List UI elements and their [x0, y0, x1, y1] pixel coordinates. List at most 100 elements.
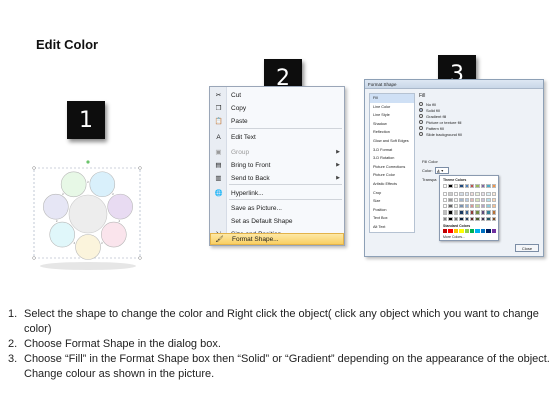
standard-color-swatch[interactable] — [464, 229, 469, 234]
standard-color-swatch[interactable] — [475, 229, 480, 234]
theme-color-swatch[interactable] — [453, 210, 459, 215]
menu-item-paste[interactable]: 📋 Paste — [210, 115, 344, 127]
menu-separator — [229, 199, 342, 200]
theme-color-swatch[interactable] — [470, 204, 475, 209]
theme-color-swatch[interactable] — [443, 210, 448, 215]
theme-color-swatch[interactable] — [443, 216, 448, 221]
fill-option-radio[interactable]: Slide background fill — [419, 131, 462, 137]
standard-color-swatch[interactable] — [486, 229, 491, 234]
theme-color-swatch[interactable] — [475, 210, 480, 215]
theme-color-swatch[interactable] — [459, 210, 464, 215]
standard-color-swatch[interactable] — [443, 229, 448, 234]
rotate-handle — [86, 160, 90, 164]
theme-color-swatch[interactable] — [486, 216, 491, 221]
submenu-arrow-icon: ▶ — [336, 149, 340, 155]
theme-color-swatch[interactable] — [448, 184, 453, 189]
theme-color-swatch[interactable] — [475, 197, 480, 203]
fill-color-label: Fill Color — [422, 159, 438, 164]
menu-item-bring-to-front[interactable]: ▤ Bring to Front ▶ — [210, 159, 344, 171]
theme-color-swatch[interactable] — [475, 216, 480, 221]
menu-item-edit-text[interactable]: A Edit Text — [210, 131, 344, 143]
theme-color-swatch[interactable] — [475, 184, 480, 189]
theme-color-swatch[interactable] — [491, 216, 496, 221]
theme-color-swatch[interactable] — [443, 191, 448, 197]
standard-color-swatch[interactable] — [470, 229, 475, 234]
theme-color-swatch[interactable] — [470, 184, 475, 189]
diagram-shadow — [40, 262, 136, 270]
theme-color-swatch[interactable] — [448, 191, 453, 197]
theme-color-swatch[interactable] — [470, 197, 475, 203]
theme-color-swatch[interactable] — [453, 204, 459, 209]
theme-color-swatch[interactable] — [464, 191, 469, 197]
theme-color-swatch[interactable] — [464, 210, 469, 215]
theme-color-swatch[interactable] — [480, 184, 486, 189]
theme-color-swatch[interactable] — [459, 197, 464, 203]
theme-color-swatch[interactable] — [480, 197, 486, 203]
standard-color-swatch[interactable] — [459, 229, 464, 234]
standard-color-swatch[interactable] — [448, 229, 453, 234]
theme-color-swatch[interactable] — [443, 197, 448, 203]
theme-color-swatch[interactable] — [459, 191, 464, 197]
theme-color-swatch[interactable] — [470, 210, 475, 215]
theme-color-swatch[interactable] — [464, 184, 469, 189]
theme-color-swatch[interactable] — [448, 216, 453, 221]
menu-item-copy[interactable]: ❐ Copy — [210, 102, 344, 114]
theme-color-swatch[interactable] — [464, 204, 469, 209]
theme-color-swatch[interactable] — [491, 191, 496, 197]
menu-item-cut[interactable]: ✂ Cut — [210, 89, 344, 101]
theme-color-swatch[interactable] — [464, 216, 469, 221]
theme-color-swatch[interactable] — [491, 184, 496, 189]
send-back-icon: ▥ — [215, 175, 222, 182]
submenu-arrow-icon: ▶ — [336, 162, 340, 168]
theme-color-swatch[interactable] — [486, 204, 491, 209]
theme-color-swatch[interactable] — [443, 204, 448, 209]
theme-color-swatch[interactable] — [453, 216, 459, 221]
menu-item-format-shape[interactable]: 🖌 Format Shape... — [210, 233, 344, 245]
theme-color-swatch[interactable] — [480, 210, 486, 215]
standard-color-swatch[interactable] — [491, 229, 496, 234]
theme-color-swatch[interactable] — [464, 197, 469, 203]
circle-diagram-graphic: ››››››› — [32, 160, 142, 270]
theme-color-swatch[interactable] — [453, 184, 459, 189]
theme-color-swatch[interactable] — [475, 204, 480, 209]
menu-item-save-as-picture[interactable]: Save as Picture... — [210, 202, 344, 214]
theme-color-swatch[interactable] — [480, 191, 486, 197]
more-colors-link[interactable]: More Colors... — [443, 235, 465, 239]
menu-item-hyperlink[interactable]: 🌐 Hyperlink... — [210, 187, 344, 199]
menu-item-set-as-default-shape[interactable]: Set as Default Shape — [210, 215, 344, 227]
theme-color-swatch[interactable] — [486, 210, 491, 215]
close-button[interactable]: Close — [515, 244, 539, 252]
theme-color-swatch[interactable] — [453, 197, 459, 203]
menu-item-group[interactable]: ▣ Group ▶ — [210, 146, 344, 158]
menu-item-label: Cut — [231, 91, 242, 99]
theme-color-swatch[interactable] — [486, 191, 491, 197]
theme-color-swatch[interactable] — [448, 210, 453, 215]
theme-color-swatch[interactable] — [486, 197, 491, 203]
theme-color-swatch[interactable] — [448, 204, 453, 209]
theme-color-swatch[interactable] — [491, 204, 496, 209]
theme-color-swatch[interactable] — [480, 204, 486, 209]
theme-color-swatch[interactable] — [470, 191, 475, 197]
outer-circle — [43, 193, 69, 220]
theme-color-swatch[interactable] — [486, 184, 491, 189]
circle-diagram[interactable]: › › › › › › › — [28, 160, 148, 272]
menu-item-label: Save as Picture... — [231, 204, 282, 212]
blank-icon — [210, 215, 227, 227]
theme-color-swatch[interactable] — [470, 216, 475, 221]
theme-color-swatch[interactable] — [459, 184, 464, 189]
center-circle — [68, 194, 108, 234]
menu-item-send-to-back[interactable]: ▥ Send to Back ▶ — [210, 172, 344, 184]
theme-color-swatch[interactable] — [491, 197, 496, 203]
standard-color-swatch[interactable] — [480, 229, 486, 234]
theme-color-swatch[interactable] — [448, 197, 453, 203]
theme-color-swatch[interactable] — [480, 216, 486, 221]
theme-color-swatch[interactable] — [475, 191, 480, 197]
theme-color-swatch[interactable] — [443, 184, 448, 189]
color-dropdown-button[interactable]: ◭ ▾ — [435, 167, 449, 174]
theme-color-swatch[interactable] — [459, 216, 464, 221]
nav-item[interactable]: Alt Text — [370, 223, 414, 232]
theme-color-swatch[interactable] — [491, 210, 496, 215]
theme-color-swatch[interactable] — [459, 204, 464, 209]
theme-color-swatch[interactable] — [453, 191, 459, 197]
standard-color-swatch[interactable] — [453, 229, 459, 234]
